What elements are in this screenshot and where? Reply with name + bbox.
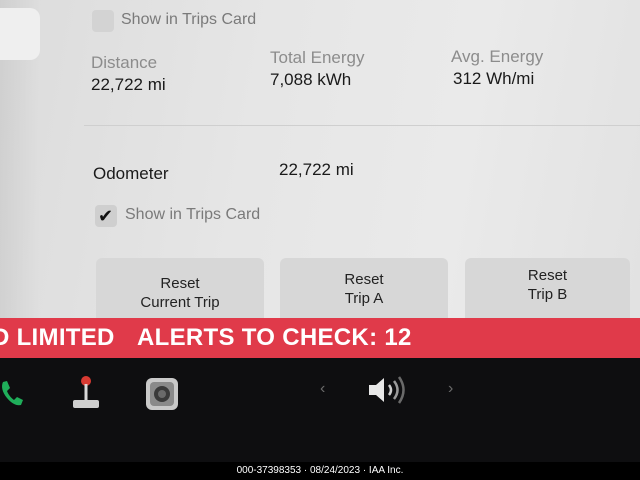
chevron-left-icon[interactable]: ‹ <box>320 380 325 398</box>
show-in-trips-card-checkbox-top[interactable] <box>92 10 114 32</box>
show-in-trips-card-label-odometer: Show in Trips Card <box>125 206 261 223</box>
reset-trip-b-line1: Reset <box>527 267 568 284</box>
total-energy-value: 7,088 kWh <box>270 70 352 89</box>
checkmark-icon: ✔ <box>98 206 114 226</box>
chevron-right-icon[interactable]: › <box>448 380 453 398</box>
reset-current-trip-line2: Current Trip <box>140 294 220 311</box>
alert-bar[interactable]: D LIMITED ALERTS TO CHECK: 12 <box>0 318 640 358</box>
reset-trip-a-button[interactable]: Reset Trip A <box>280 258 448 322</box>
reset-current-trip-button[interactable]: Reset Current Trip <box>96 258 264 322</box>
phone-icon[interactable] <box>0 378 26 413</box>
reset-trip-a-line2: Trip A <box>344 290 384 307</box>
distance-value: 22,722 mi <box>91 75 166 94</box>
camera-icon[interactable] <box>145 377 179 416</box>
odometer-label: Odometer <box>93 164 169 183</box>
alerts-to-check-text[interactable]: ALERTS TO CHECK: 12 <box>137 324 412 352</box>
distance-label: Distance <box>91 53 158 72</box>
section-divider <box>84 125 640 126</box>
avg-energy-label: Avg. Energy <box>451 47 544 66</box>
show-in-trips-card-checkbox-odometer[interactable]: ✔ <box>95 205 117 227</box>
reset-current-trip-line1: Reset <box>160 275 200 292</box>
odometer-value: 22,722 mi <box>279 160 354 179</box>
show-in-trips-card-label-top: Show in Trips Card <box>121 11 257 28</box>
avg-energy-value: 312 Wh/mi <box>453 69 535 88</box>
side-panel-edge <box>0 8 40 60</box>
joystick-icon[interactable] <box>68 372 104 417</box>
trips-settings-panel: Show in Trips Card Distance 22,722 mi To… <box>0 0 640 322</box>
total-energy-label: Total Energy <box>270 48 365 67</box>
limited-alert-text: D LIMITED <box>0 324 115 351</box>
speaker-icon[interactable] <box>366 374 408 411</box>
reset-trip-b-line2: Trip B <box>527 286 568 303</box>
footer-watermark: 000-37398353 · 08/24/2023 · IAA Inc. <box>0 462 640 480</box>
reset-trip-b-button[interactable]: Reset Trip B <box>465 258 630 322</box>
reset-trip-a-line1: Reset <box>344 271 384 288</box>
